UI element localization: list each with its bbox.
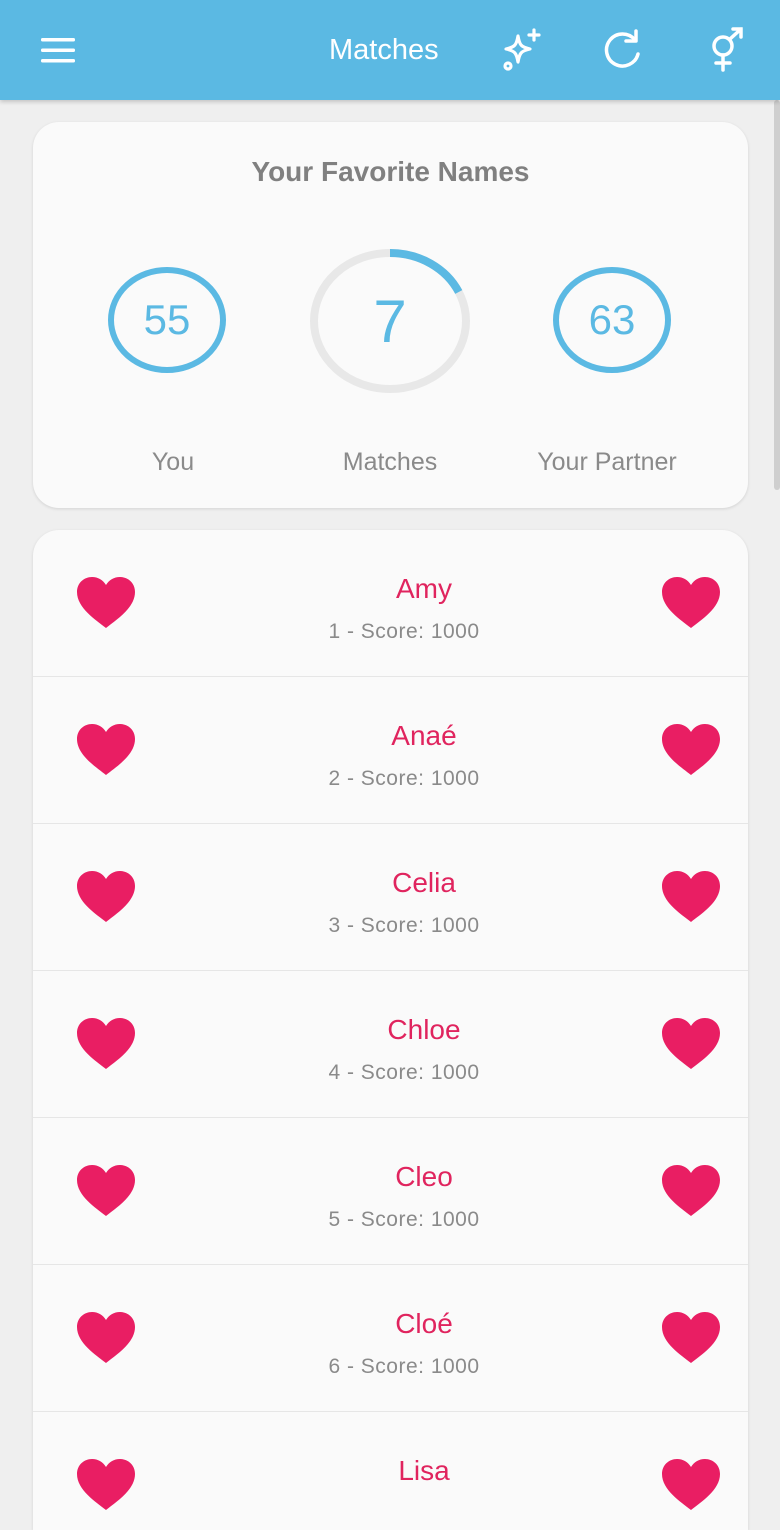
partner-count: 63: [588, 296, 636, 343]
match-score: 5 - Score: 1000: [328, 1208, 480, 1231]
match-name: Amy: [396, 573, 452, 604]
heart-icon[interactable]: [660, 870, 722, 924]
card-title: Your Favorite Names: [251, 156, 530, 187]
refresh-icon[interactable]: [596, 24, 648, 76]
match-score: 2 - Score: 1000: [328, 767, 480, 790]
match-score: 4 - Score: 1000: [328, 1061, 480, 1084]
heart-icon[interactable]: [75, 870, 137, 924]
matches-list: Amy 1 - Score: 1000 Anaé 2 - Score: 1000…: [33, 530, 748, 1530]
list-item[interactable]: Celia 3 - Score: 1000: [33, 824, 748, 971]
list-item[interactable]: Anaé 2 - Score: 1000: [33, 677, 748, 824]
list-item[interactable]: Amy 1 - Score: 1000: [33, 530, 748, 677]
favorite-names-card: Your Favorite Names 55 7 63 You Matches …: [33, 122, 748, 508]
matches-count: 7: [373, 287, 407, 355]
matches-progress-ring: 7: [309, 248, 471, 394]
heart-icon[interactable]: [75, 1458, 137, 1512]
partner-label: Your Partner: [537, 448, 677, 476]
list-item[interactable]: Cleo 5 - Score: 1000: [33, 1118, 748, 1265]
match-name: Celia: [392, 867, 456, 898]
match-score: 1 - Score: 1000: [328, 620, 480, 643]
match-score: 6 - Score: 1000: [328, 1355, 480, 1378]
match-name: Anaé: [391, 720, 457, 751]
you-label: You: [151, 448, 195, 476]
you-count: 55: [143, 296, 191, 343]
heart-icon[interactable]: [660, 576, 722, 630]
heart-icon[interactable]: [660, 723, 722, 777]
heart-icon[interactable]: [75, 1164, 137, 1218]
partner-count-ring: 63: [552, 266, 672, 374]
hamburger-menu-icon[interactable]: [30, 26, 86, 74]
match-name: Cleo: [395, 1161, 453, 1192]
heart-icon[interactable]: [660, 1311, 722, 1365]
page-title: Matches: [329, 34, 439, 66]
heart-icon[interactable]: [660, 1164, 722, 1218]
gender-icon[interactable]: [700, 24, 752, 76]
sparkles-icon[interactable]: [496, 24, 548, 76]
heart-icon[interactable]: [75, 1311, 137, 1365]
heart-icon[interactable]: [660, 1017, 722, 1071]
you-count-ring: 55: [107, 266, 227, 374]
match-name: Lisa: [398, 1455, 450, 1486]
match-score: 3 - Score: 1000: [328, 914, 480, 937]
match-name: Chloe: [387, 1014, 461, 1045]
app-bar: Matches: [0, 0, 780, 100]
matches-label: Matches: [342, 448, 438, 476]
scrollbar[interactable]: [774, 100, 780, 490]
list-item[interactable]: Cloé 6 - Score: 1000: [33, 1265, 748, 1412]
heart-icon[interactable]: [660, 1458, 722, 1512]
heart-icon[interactable]: [75, 1017, 137, 1071]
heart-icon[interactable]: [75, 576, 137, 630]
list-item[interactable]: Lisa: [33, 1412, 748, 1530]
list-item[interactable]: Chloe 4 - Score: 1000: [33, 971, 748, 1118]
match-name: Cloé: [395, 1308, 453, 1339]
heart-icon[interactable]: [75, 723, 137, 777]
